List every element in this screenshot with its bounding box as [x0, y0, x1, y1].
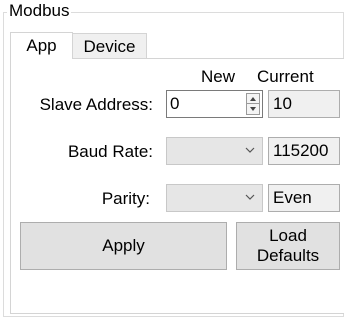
slave-address-spinner[interactable]: 0	[166, 90, 263, 118]
column-header-new: New	[201, 67, 236, 86]
slave-address-current-value: 10	[273, 94, 292, 113]
apply-button-label: Apply	[102, 236, 145, 255]
chevron-up-icon[interactable]	[247, 94, 259, 104]
baud-rate-current-value: 115200	[273, 141, 329, 160]
apply-button[interactable]: Apply	[20, 222, 227, 270]
tab-device[interactable]: Device	[72, 33, 147, 59]
parity-label: Parity:	[101, 189, 150, 208]
load-defaults-label-line1: Load	[269, 226, 307, 245]
chevron-down-icon	[245, 194, 255, 200]
tab-app-label: App	[26, 36, 57, 55]
slave-address-current: 10	[268, 90, 340, 118]
spinner-buttons[interactable]	[246, 93, 260, 115]
column-header-current: Current	[257, 67, 314, 86]
chevron-down-icon[interactable]	[247, 104, 259, 114]
tab-device-label: Device	[83, 36, 136, 56]
baud-rate-current: 115200	[268, 137, 340, 165]
chevron-down-icon	[245, 147, 255, 153]
parity-current-value: Even	[273, 188, 312, 207]
load-defaults-label-line2: Defaults	[256, 246, 320, 265]
parity-current: Even	[268, 184, 340, 212]
load-defaults-button[interactable]: Load Defaults	[236, 222, 340, 270]
slave-address-label: Slave Address:	[39, 95, 153, 114]
baud-rate-combobox[interactable]	[166, 137, 263, 165]
tab-app[interactable]: App	[10, 32, 73, 59]
group-title: Modbus	[7, 1, 72, 21]
parity-combobox[interactable]	[166, 184, 263, 212]
baud-rate-label: Baud Rate:	[67, 142, 153, 161]
slave-address-new-value: 0	[170, 94, 180, 113]
